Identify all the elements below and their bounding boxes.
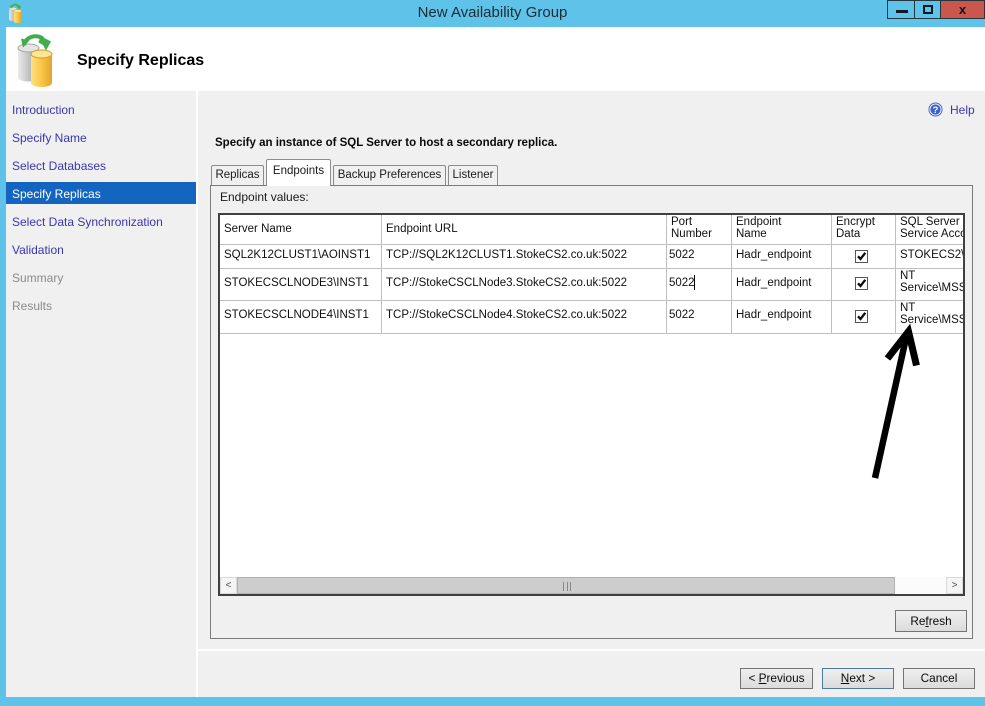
svg-text:?: ?: [933, 105, 939, 116]
